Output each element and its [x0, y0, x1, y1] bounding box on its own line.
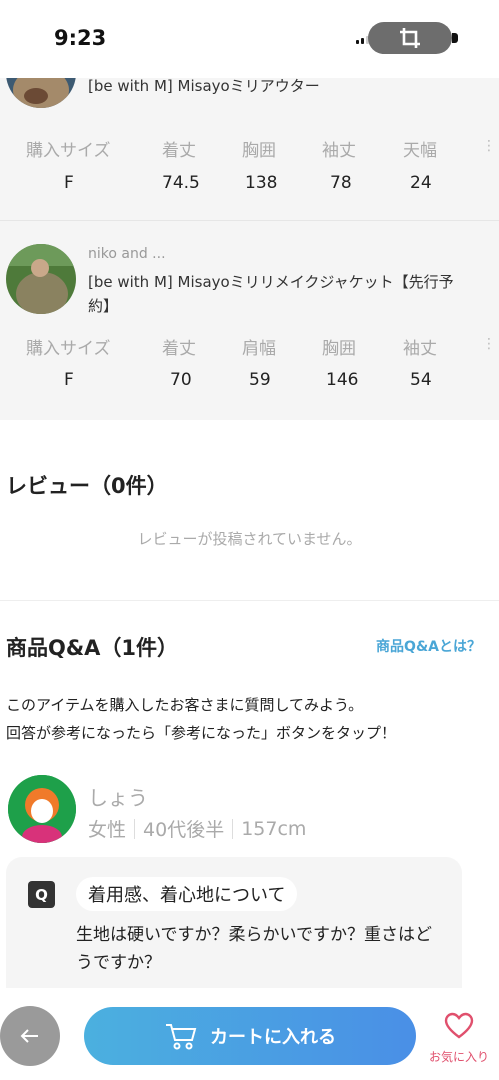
size-header: 着丈 — [162, 141, 196, 161]
purchase-history-section: [be with M] Misayoミリアウター 購入サイズ 着丈 胸囲 袖丈 … — [0, 78, 499, 420]
cart-icon — [166, 1024, 197, 1050]
size-value: 54 — [410, 370, 432, 390]
scroll-hint: ⋮ — [482, 138, 496, 154]
heart-icon — [444, 1012, 474, 1039]
favorite-button[interactable]: お気に入り — [424, 1012, 494, 1065]
scroll-hint: ⋮ — [482, 336, 496, 352]
item-brand: niko and ... — [88, 246, 166, 262]
meta-separator — [232, 818, 234, 839]
size-header: 天幅 — [403, 141, 437, 161]
bottom-action-bar: カートに入れる お気に入り — [0, 988, 499, 1080]
size-value: 146 — [326, 370, 359, 390]
status-time: 9:23 — [54, 26, 107, 50]
item-name-line: [be with M] Misayoミリリメイクジャケット【先行予 — [88, 273, 454, 291]
size-value: 78 — [330, 173, 352, 193]
add-to-cart-label: カートに入れる — [210, 1027, 336, 1048]
item-thumbnail[interactable] — [6, 78, 76, 108]
meta-separator — [134, 818, 136, 839]
item-name[interactable]: [be with M] Misayoミリリメイクジャケット【先行予 約】 — [88, 270, 454, 318]
size-value: F — [64, 370, 74, 390]
add-to-cart-button[interactable]: カートに入れる — [84, 1007, 416, 1065]
qa-intro-line: 回答が参考になったら「参考になった」ボタンをタップ！ — [6, 724, 397, 742]
divider — [0, 600, 499, 601]
size-value: F — [64, 173, 74, 193]
size-value: 138 — [245, 173, 278, 193]
user-meta: 女性 40代後半 157cm — [88, 815, 306, 842]
reviews-title: レビュー（0件） — [6, 474, 168, 498]
question-topic: 着用感、着心地について — [76, 877, 298, 911]
user-height: 157cm — [241, 817, 307, 840]
size-header: 胸囲 — [242, 141, 276, 161]
size-header: 袖丈 — [403, 339, 437, 359]
battery-icon — [452, 33, 458, 43]
user-age: 40代後半 — [143, 819, 225, 841]
size-header: 胸囲 — [322, 339, 356, 359]
user-name: しょう — [88, 786, 148, 810]
size-value: 59 — [249, 370, 271, 390]
item-name[interactable]: [be with M] Misayoミリアウター — [88, 78, 320, 98]
question-body: 生地は硬いですか？柔らかいですか？重さはどうですか？ — [76, 925, 432, 973]
qa-title: 商品Q&A（1件） — [6, 636, 179, 660]
favorite-label: お気に入り — [428, 1050, 489, 1064]
size-header: 購入サイズ — [26, 339, 111, 359]
reviews-empty-message: レビューが投稿されていません。 — [137, 530, 362, 548]
size-header: 購入サイズ — [26, 141, 111, 161]
qa-intro-line: このアイテムを購入したお客さまに質問してみよう。 — [6, 696, 364, 714]
size-header: 着丈 — [162, 339, 196, 359]
qa-about-link[interactable]: 商品Q&Aとは？ — [376, 636, 481, 656]
size-header: 肩幅 — [242, 339, 276, 359]
question-badge: Q — [28, 881, 55, 908]
item-name-line: 約】 — [88, 297, 119, 315]
size-value: 70 — [170, 370, 192, 390]
avatar[interactable] — [8, 775, 76, 843]
size-value: 24 — [410, 173, 432, 193]
status-bar: 9:23 — [0, 0, 499, 78]
divider — [0, 220, 499, 221]
back-button[interactable] — [0, 1006, 60, 1066]
size-value: 74.5 — [162, 173, 200, 193]
size-header: 袖丈 — [322, 141, 356, 161]
user-gender: 女性 — [88, 819, 127, 841]
crop-icon[interactable] — [368, 22, 452, 54]
question-card[interactable]: Q 着用感、着心地について 生地は硬いですか？柔らかいですか？重さはどうですか？ — [6, 857, 462, 1007]
arrow-left-icon — [20, 1029, 38, 1043]
item-thumbnail[interactable] — [6, 244, 76, 314]
